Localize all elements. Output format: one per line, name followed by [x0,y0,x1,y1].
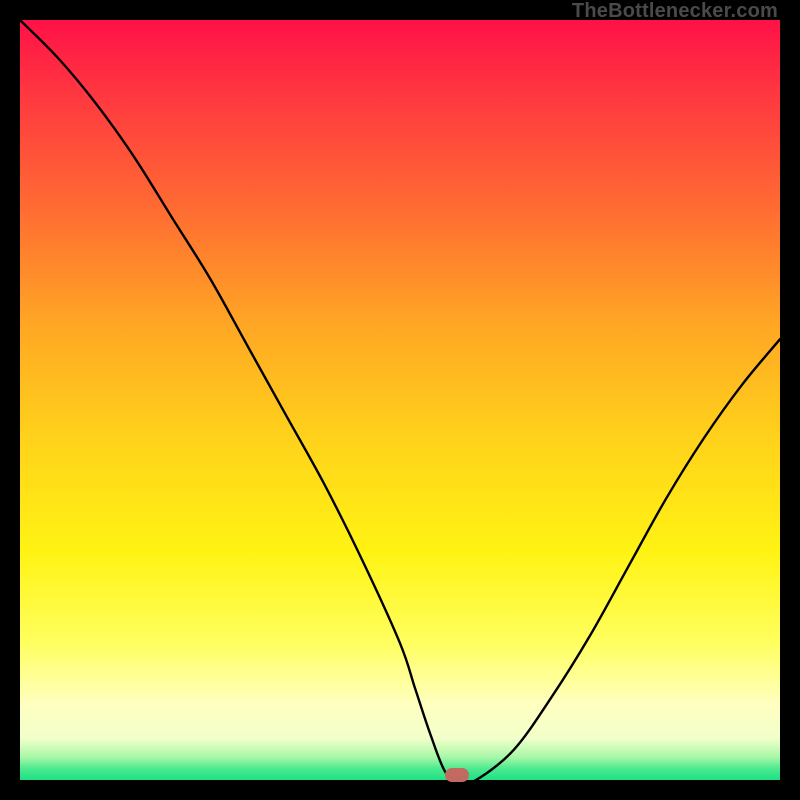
bottleneck-curve [20,20,780,780]
optimal-marker [445,768,469,782]
curve-path [20,20,780,783]
chart-frame: TheBottlenecker.com [0,0,800,800]
watermark-text: TheBottlenecker.com [572,0,778,23]
